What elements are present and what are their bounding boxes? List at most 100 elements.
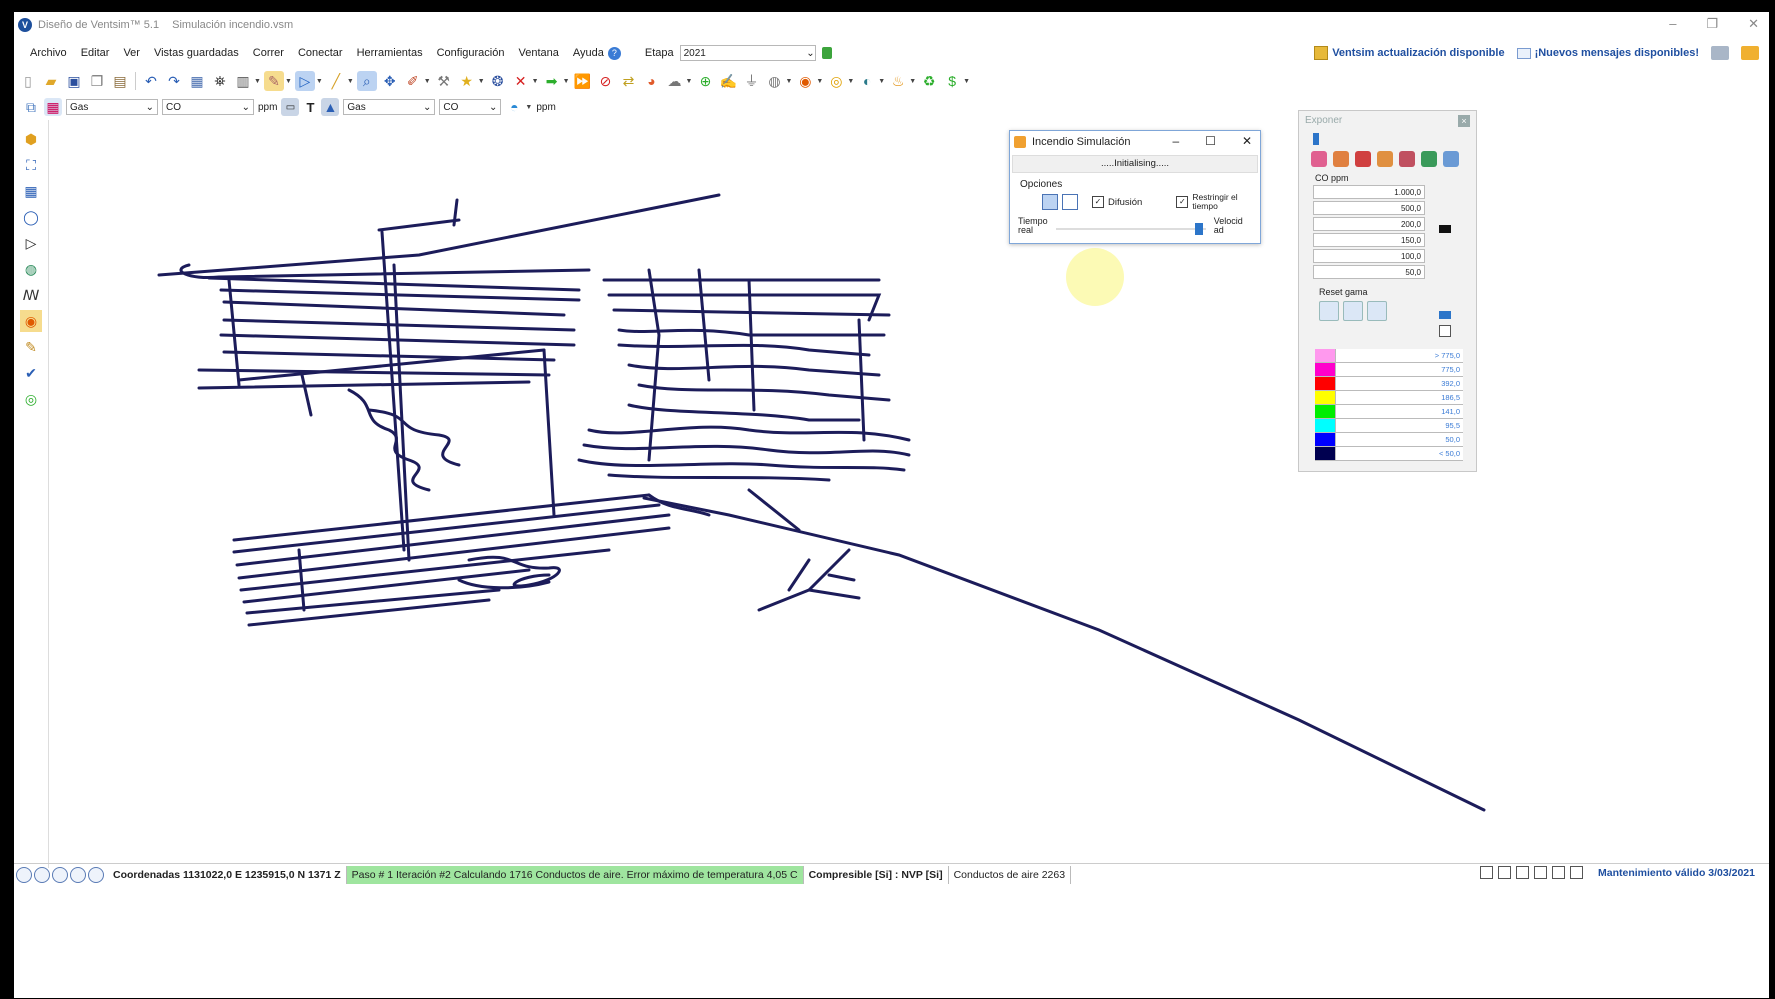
menu-editar[interactable]: Editar — [81, 47, 110, 59]
close-icon[interactable]: ✕ — [1748, 16, 1759, 32]
fast-forward-icon[interactable]: ⏩ — [573, 71, 593, 91]
save-icon[interactable]: ▣ — [64, 71, 84, 91]
wrench-icon[interactable]: ⚒ — [434, 71, 454, 91]
recycle-icon[interactable]: ♻ — [919, 71, 939, 91]
grid-color-icon[interactable] — [1311, 151, 1327, 167]
range-value-1[interactable]: 1.000,0 — [1313, 185, 1425, 199]
camera-icon[interactable] — [1711, 46, 1729, 60]
cube-view-icon[interactable]: ⬢ — [20, 128, 42, 150]
menu-archivo[interactable]: Archivo — [30, 47, 67, 59]
panel-slider[interactable] — [1313, 133, 1319, 145]
range-value-4[interactable]: 150,0 — [1313, 233, 1425, 247]
nav-prev-icon[interactable] — [34, 867, 50, 883]
nav-first-icon[interactable] — [16, 867, 32, 883]
minimize-icon[interactable]: – — [1172, 134, 1179, 148]
stop-button[interactable] — [1062, 194, 1078, 210]
menu-vistas-guardadas[interactable]: Vistas guardadas — [154, 47, 239, 59]
dropdown-arrow-icon[interactable]: ▼ — [785, 78, 792, 85]
range-value-6[interactable]: 50,0 — [1313, 265, 1425, 279]
new-file-icon[interactable]: ▯ — [18, 71, 38, 91]
license-icon[interactable] — [1741, 46, 1759, 60]
left-text-type-select[interactable]: Gas ⌄ — [66, 99, 158, 115]
close-icon[interactable]: × — [1458, 115, 1470, 127]
world-icon[interactable]: ◍ — [20, 258, 42, 280]
dropdown-arrow-icon[interactable]: ▼ — [254, 78, 261, 85]
restrict-time-checkbox[interactable]: ✓ — [1176, 196, 1189, 208]
menu-correr[interactable]: Correr — [253, 47, 284, 59]
menu-ver[interactable]: Ver — [123, 47, 140, 59]
range-max-handle[interactable] — [1439, 225, 1451, 233]
text-toggle-icon[interactable]: ▭ — [281, 98, 300, 116]
dropdown-arrow-icon[interactable]: ▼ — [478, 78, 485, 85]
menu-conectar[interactable]: Conectar — [298, 47, 343, 59]
brush-icon[interactable]: ✎ — [20, 336, 42, 358]
zoom-icon[interactable]: ⌕ — [356, 71, 377, 91]
heat-icon[interactable]: ◎ — [826, 71, 846, 91]
close-icon[interactable]: ✕ — [1242, 134, 1252, 148]
reset-down-icon[interactable] — [1343, 301, 1363, 321]
fan-icon[interactable]: ❂ — [488, 71, 508, 91]
difusion-checkbox[interactable]: ✓ — [1092, 196, 1104, 208]
extinguish-icon[interactable]: ♨ — [888, 71, 908, 91]
text-tool-button[interactable]: T — [306, 100, 314, 115]
help-icon[interactable]: ? — [607, 46, 621, 60]
speed-slider[interactable] — [1055, 219, 1206, 235]
menu-configuracion[interactable]: Configuración — [437, 47, 505, 59]
globe-color-icon[interactable] — [1421, 151, 1437, 167]
filter-icon[interactable]: ⏚ — [741, 71, 761, 91]
play-select-icon[interactable]: ▷ — [294, 71, 315, 91]
swap-icon[interactable]: ⇄ — [619, 71, 639, 91]
dropdown-arrow-icon[interactable]: ▼ — [525, 104, 532, 111]
undo-icon[interactable]: ↶ — [141, 71, 161, 91]
dropdown-arrow-icon[interactable]: ▼ — [909, 78, 916, 85]
dropdown-arrow-icon[interactable]: ▼ — [316, 78, 323, 85]
view-top-icon[interactable] — [1480, 866, 1494, 879]
redo-icon[interactable]: ↷ — [164, 71, 184, 91]
dropdown-arrow-icon[interactable]: ▼ — [878, 78, 885, 85]
ruler-icon[interactable]: ╱ — [326, 71, 346, 91]
arrow-right-icon[interactable]: ➡ — [542, 71, 562, 91]
view-iso-icon[interactable] — [1534, 866, 1548, 879]
dropdown-arrow-icon[interactable]: ▼ — [347, 78, 354, 85]
view-side-icon[interactable] — [1516, 866, 1530, 879]
maximize-icon[interactable]: ☐ — [1205, 134, 1216, 148]
dropdown-arrow-icon[interactable]: ▼ — [285, 78, 292, 85]
dropdown-arrow-icon[interactable]: ▼ — [424, 78, 431, 85]
delete-icon[interactable]: ✕ — [511, 71, 531, 91]
menu-ventana[interactable]: Ventana — [518, 47, 558, 59]
nav-next-icon[interactable] — [70, 867, 86, 883]
dropdown-arrow-icon[interactable]: ▼ — [963, 78, 970, 85]
dropdown-arrow-icon[interactable]: ▼ — [532, 78, 539, 85]
lock-icon[interactable] — [821, 47, 832, 59]
copy-icon[interactable]: ❐ — [87, 71, 107, 91]
circle-icon[interactable]: ◯ — [20, 206, 42, 228]
layers-color-icon[interactable] — [1399, 151, 1415, 167]
stack-color-icon[interactable] — [1377, 151, 1393, 167]
pan-icon[interactable]: ✥ — [380, 71, 400, 91]
table-icon[interactable]: ▦ — [20, 180, 42, 202]
pause-button[interactable] — [1042, 194, 1058, 210]
drawing-canvas[interactable] — [49, 120, 1769, 860]
cloud-icon[interactable]: ☁ — [665, 71, 685, 91]
paste-icon[interactable]: ▤ — [110, 71, 130, 91]
view-3d-icon[interactable] — [1552, 866, 1566, 879]
right-color-gas-select[interactable]: CO ⌄ — [439, 99, 502, 115]
binoculars-icon[interactable]: ⛯ — [210, 71, 230, 91]
reset-color-icon[interactable] — [1367, 301, 1387, 321]
nav-stop-icon[interactable] — [52, 867, 68, 883]
color-mode-icon[interactable]: ▲ — [321, 98, 340, 116]
reset-up-icon[interactable] — [1319, 301, 1339, 321]
range-checkbox[interactable] — [1439, 325, 1451, 337]
edit-box-icon[interactable]: ✍ — [718, 71, 738, 91]
range-value-2[interactable]: 500,0 — [1313, 201, 1425, 215]
layers-icon[interactable]: ⧉ — [22, 98, 40, 116]
range-value-5[interactable]: 100,0 — [1313, 249, 1425, 263]
color-grid-icon[interactable]: ▦ — [44, 98, 62, 116]
overlap-icon[interactable]: ◎ — [20, 388, 42, 410]
menu-herramientas[interactable]: Herramientas — [357, 47, 423, 59]
star-icon[interactable]: ★ — [457, 71, 477, 91]
fire-icon[interactable]: ◉ — [795, 71, 815, 91]
pie-chart-icon[interactable]: ◕ — [642, 71, 662, 91]
dropdown-arrow-icon[interactable]: ▼ — [816, 78, 823, 85]
right-color-type-select[interactable]: Gas ⌄ — [343, 99, 436, 115]
